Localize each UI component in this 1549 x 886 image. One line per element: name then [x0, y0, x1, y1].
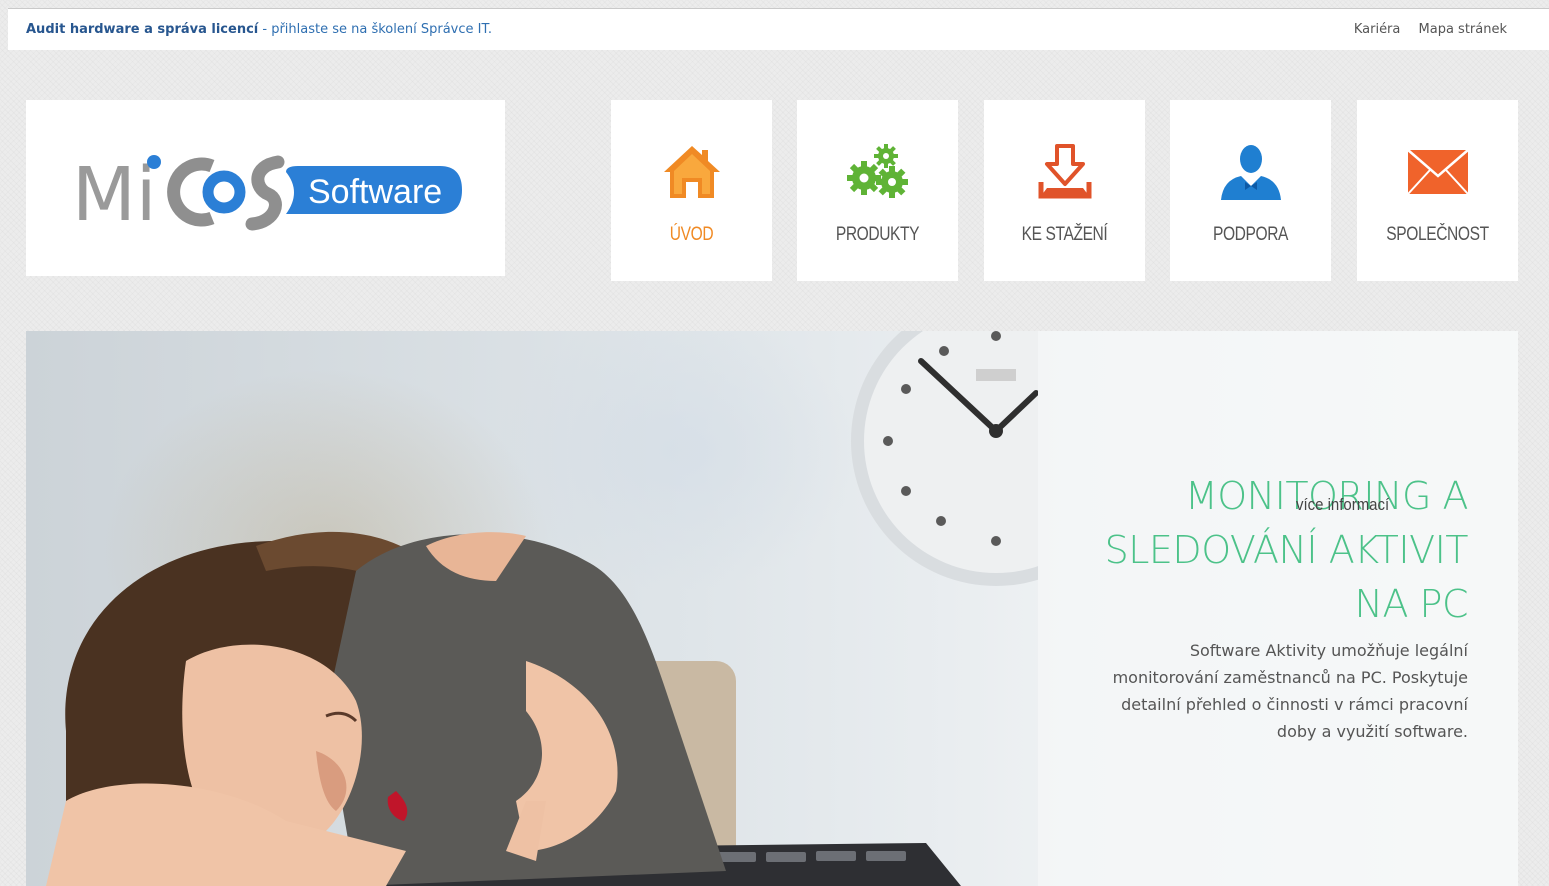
envelope-icon: [1406, 149, 1469, 195]
nav-company-label: SPOLEČNOST: [1386, 224, 1489, 245]
home-icon: [663, 146, 720, 198]
nav-downloads[interactable]: KE STAŽENÍ: [984, 100, 1145, 281]
download-icon: [1038, 144, 1091, 199]
promo-title[interactable]: Audit hardware a správa licencí: [26, 22, 258, 37]
micos-logo-icon: Mi Software: [72, 152, 462, 232]
nav-company[interactable]: SPOLEČNOST: [1357, 100, 1518, 281]
support-person-icon: [1220, 145, 1281, 200]
promo-text[interactable]: - přihlaste se na školení Správce IT.: [258, 22, 492, 37]
promo-banner[interactable]: Audit hardware a správa licencí - přihla…: [26, 22, 492, 37]
nav-home-label: ÚVOD: [669, 224, 714, 245]
logo-mi-text: Mi: [72, 152, 156, 232]
nav-home[interactable]: ÚVOD: [611, 100, 772, 281]
clock-icon: [851, 331, 1038, 586]
hero-title: MONITORING A SLEDOVÁNÍ AKTIVIT NA PC: [1048, 469, 1469, 631]
nav-support-label: PODPORA: [1212, 224, 1289, 245]
nav-downloads-label: KE STAŽENÍ: [1021, 224, 1108, 245]
hero-title-line: MONITORING A: [1184, 474, 1469, 518]
careers-link[interactable]: Kariéra: [1354, 22, 1401, 37]
nav-support[interactable]: PODPORA: [1170, 100, 1331, 281]
nav-products[interactable]: PRODUKTY: [797, 100, 958, 281]
hero-description: Software Aktivity umožňuje legální monit…: [1112, 641, 1468, 741]
gears-icon: [846, 144, 908, 198]
hero-photo-sleeping-woman: [46, 331, 1038, 886]
utility-links: Kariéra Mapa stránek: [1340, 22, 1507, 37]
hero-banner: MONITORING A SLEDOVÁNÍ AKTIVIT NA PC Sof…: [26, 331, 1518, 886]
logo[interactable]: Mi Software: [26, 100, 505, 276]
logo-software-text: Software: [308, 173, 442, 211]
hero-title-line: NA PC: [1354, 582, 1469, 626]
more-info-link[interactable]: více informací: [1296, 495, 1389, 515]
nav-products-label: PRODUKTY: [835, 224, 920, 245]
top-bar: Audit hardware a správa licencí - přihla…: [8, 8, 1549, 50]
hero-title-line: SLEDOVÁNÍ AKTIVIT: [1104, 528, 1469, 572]
sitemap-link[interactable]: Mapa stránek: [1419, 22, 1507, 37]
